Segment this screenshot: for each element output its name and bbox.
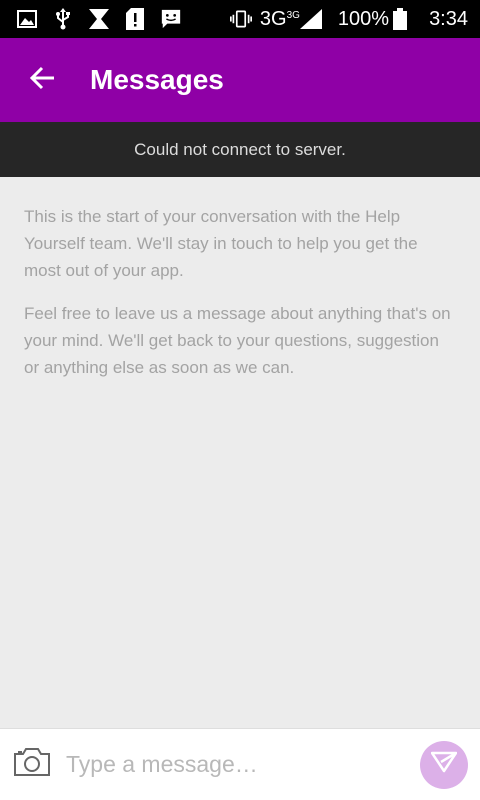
- network-type-label: 3G: [259, 7, 287, 30]
- page-title: Messages: [90, 64, 224, 95]
- network-type-sup: 3G: [286, 9, 300, 21]
- hourglass-icon: [88, 8, 110, 30]
- app-bar: Messages: [0, 38, 480, 122]
- back-button[interactable]: [12, 50, 72, 110]
- intro-message: This is the start of your conversation w…: [24, 207, 418, 280]
- status-bar: 3G 3G 100% 3:34: [0, 0, 480, 38]
- signal-icon: [299, 8, 322, 30]
- sim-alert-icon: [124, 8, 146, 30]
- status-notification-icons: [0, 0, 182, 38]
- camera-icon: [13, 747, 51, 782]
- arrow-left-icon: [29, 66, 55, 95]
- conversation-area: This is the start of your conversation w…: [0, 177, 480, 728]
- connection-error-text: Could not connect to server.: [134, 139, 346, 159]
- image-icon: [16, 8, 38, 30]
- usb-icon: [52, 8, 74, 30]
- send-button[interactable]: [420, 740, 468, 789]
- connection-error-banner: Could not connect to server.: [0, 122, 480, 177]
- clock: 3:34: [429, 7, 468, 30]
- intro-message: Feel free to leave us a message about an…: [24, 304, 451, 377]
- message-input[interactable]: [66, 739, 420, 790]
- vibrate-icon: [229, 8, 252, 30]
- status-system-info: 3G 3G 100% 3:34: [229, 0, 480, 38]
- camera-button[interactable]: [12, 745, 52, 785]
- battery-percent: 100%: [337, 7, 390, 30]
- message-composer: [0, 728, 480, 800]
- send-icon: [430, 751, 458, 778]
- battery-icon: [389, 8, 411, 30]
- chat-bubble-icon: [160, 8, 182, 30]
- network-type: 3G 3G: [260, 8, 300, 31]
